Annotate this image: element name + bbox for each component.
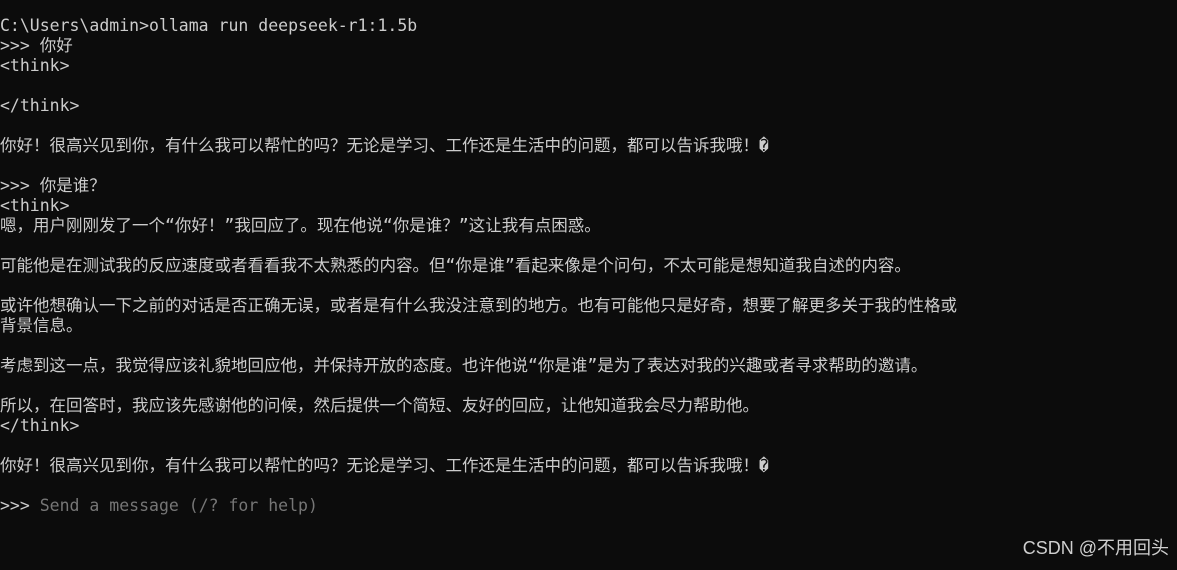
terminal-line: 或许他想确认一下之前的对话是否正确无误，或者是有什么我没注意到的地方。也有可能他… — [0, 296, 957, 315]
terminal-output[interactable]: C:\Users\admin>ollama run deepseek-r1:1.… — [0, 16, 1177, 556]
terminal-line: <think> — [0, 196, 70, 215]
prompt-marker: >>> — [0, 496, 40, 515]
message-input-placeholder[interactable]: Send a message (/? for help) — [40, 496, 318, 515]
input-prompt-line[interactable]: >>> Send a message (/? for help) — [0, 496, 1177, 516]
terminal-line: <think> — [0, 56, 70, 75]
terminal-line: >>> 你是谁？ — [0, 176, 106, 195]
watermark: CSDN @不用回头 — [1022, 538, 1169, 558]
terminal-line: </think> — [0, 416, 80, 435]
terminal-line: 你好！很高兴见到你，有什么我可以帮忙的吗？无论是学习、工作还是生活中的问题，都可… — [0, 136, 769, 155]
terminal-line: 所以，在回答时，我应该先感谢他的问候，然后提供一个简短、友好的回应，让他知道我会… — [0, 396, 759, 415]
terminal-line: C:\Users\admin>ollama run deepseek-r1:1.… — [0, 16, 418, 35]
terminal-line: 可能他是在测试我的反应速度或者看看我不太熟悉的内容。但“你是谁”看起来像是个问句… — [0, 256, 911, 275]
terminal-line: </think> — [0, 96, 80, 115]
terminal-line: 嗯，用户刚刚发了一个“你好！”我回应了。现在他说“你是谁？”这让我有点困惑。 — [0, 216, 601, 235]
terminal-line: >>> 你好 — [0, 36, 73, 55]
terminal-line: 背景信息。 — [0, 316, 83, 335]
terminal-line: 考虑到这一点，我觉得应该礼貌地回应他，并保持开放的态度。也许他说“你是谁”是为了… — [0, 356, 928, 375]
terminal-line: 你好！很高兴见到你，有什么我可以帮忙的吗？无论是学习、工作还是生活中的问题，都可… — [0, 456, 769, 475]
